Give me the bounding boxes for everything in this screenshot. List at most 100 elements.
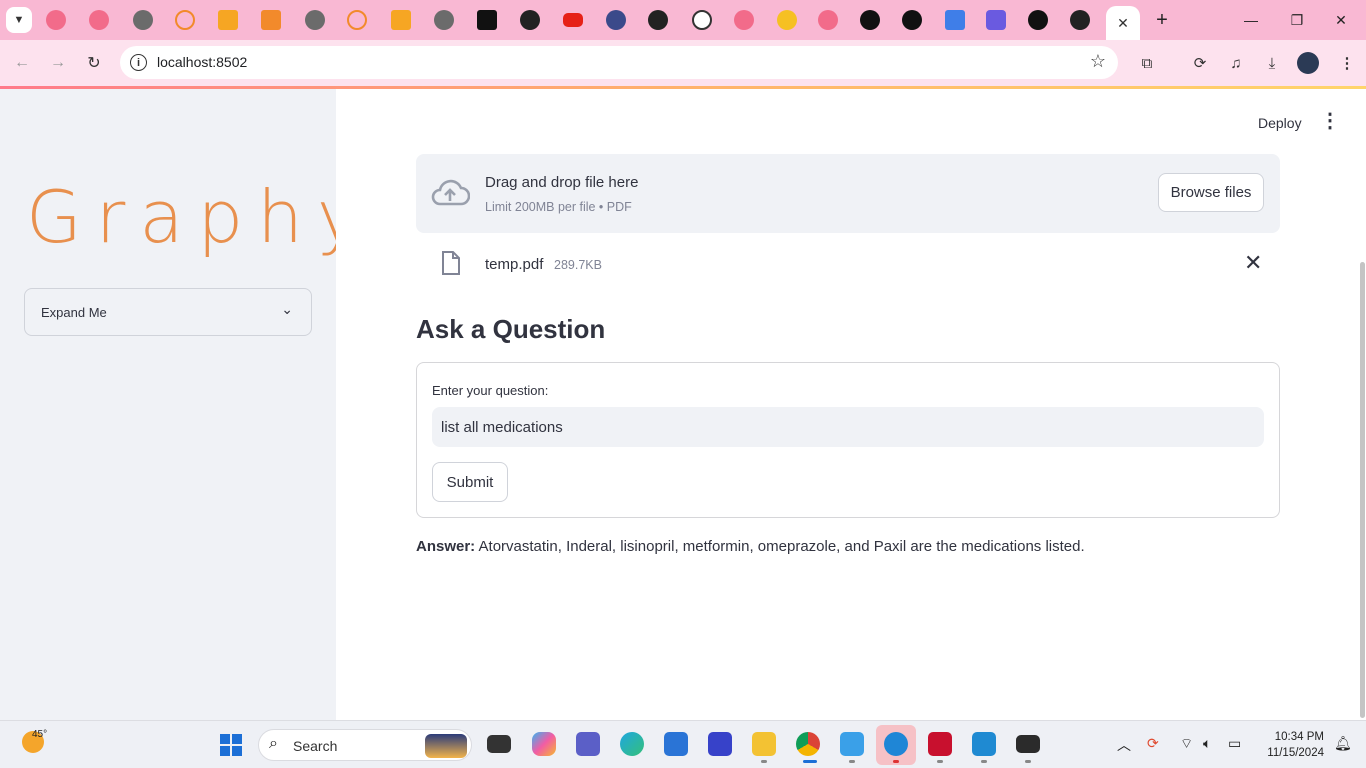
running-indicator — [937, 760, 943, 763]
store-icon[interactable] — [664, 732, 688, 756]
bookmark-star-icon[interactable]: ☆ — [1090, 51, 1106, 72]
file-explorer-icon[interactable] — [752, 732, 776, 756]
running-indicator — [803, 760, 817, 763]
clock-date: 11/15/2024 — [1267, 747, 1324, 759]
tab-favicon[interactable] — [902, 10, 922, 30]
tab-favicon[interactable] — [133, 10, 153, 30]
reload-button[interactable]: ↻ — [81, 50, 107, 76]
answer-prefix: Answer: — [416, 538, 476, 555]
tab-favicon[interactable] — [818, 10, 838, 30]
tab-favicon[interactable] — [218, 10, 238, 30]
notifications-icon[interactable]: 🔔︎ — [1334, 735, 1352, 752]
answer-text: Answer: Atorvastatin, Inderal, lisinopri… — [416, 538, 1085, 555]
tab-favicon[interactable] — [391, 10, 411, 30]
browser-menu-icon[interactable]: ⋮ — [1336, 52, 1358, 74]
profile-avatar[interactable] — [1297, 52, 1319, 74]
google-docs-icon[interactable] — [945, 10, 965, 30]
window-close-button[interactable]: ✕ — [1326, 8, 1356, 32]
tab-favicon[interactable] — [347, 10, 367, 30]
file-dropzone[interactable]: Drag and drop file here Limit 200MB per … — [416, 154, 1280, 233]
weather-temperature: 45° — [32, 729, 48, 740]
running-indicator — [893, 760, 899, 763]
system-clock[interactable]: 10:34 PM 11/15/2024 — [1258, 729, 1324, 761]
github-icon[interactable] — [648, 10, 668, 30]
expander-label: Expand Me — [41, 305, 107, 320]
tab-favicon[interactable] — [46, 10, 66, 30]
github-icon[interactable] — [1070, 10, 1090, 30]
search-highlight-image — [425, 734, 467, 758]
openai-icon[interactable] — [692, 10, 712, 30]
running-indicator — [761, 760, 767, 763]
remove-file-icon[interactable]: ✕ — [1244, 252, 1262, 274]
app-icon[interactable] — [708, 732, 732, 756]
chrome-icon[interactable] — [796, 732, 820, 756]
close-icon[interactable]: ✕ — [1117, 15, 1129, 32]
chevron-up-icon[interactable]: ︿ — [1117, 735, 1131, 755]
chevron-down-icon: ▼ — [13, 14, 25, 26]
start-button[interactable] — [220, 734, 242, 756]
sync-icon[interactable]: ⟳ — [1147, 735, 1159, 752]
new-tab-button[interactable]: + — [1150, 8, 1174, 32]
snipping-tool-icon[interactable] — [884, 732, 908, 756]
browser-tab-strip: ▼ ✕ + — ❐ ✕ — [0, 0, 1366, 40]
github-icon[interactable] — [520, 10, 540, 30]
youtube-icon[interactable] — [563, 13, 583, 27]
main-content: Deploy ⋮ Drag and drop file here Limit 2… — [336, 89, 1366, 720]
taskbar-search[interactable]: ⌕ Search — [258, 729, 472, 761]
submit-button[interactable]: Submit — [432, 462, 508, 502]
running-indicator — [981, 760, 987, 763]
mcafee-icon[interactable] — [928, 732, 952, 756]
back-button[interactable]: ← — [9, 50, 35, 76]
cloud-upload-icon — [431, 179, 470, 206]
page-heading: Ask a Question — [416, 314, 606, 344]
tab-favicon[interactable] — [986, 10, 1006, 30]
browser-toolbar: ← → ↻ i localhost:8502 ☆ ⧉ ⟳ ♫ ⤓ ⋮ — [0, 40, 1366, 86]
tab-favicon[interactable] — [89, 10, 109, 30]
running-indicator — [849, 760, 855, 763]
tab-favicon[interactable] — [305, 10, 325, 30]
uploaded-file-row: temp.pdf 289.7KB ✕ — [416, 244, 1280, 284]
tab-favicon[interactable] — [860, 10, 880, 30]
battery-icon[interactable]: ▭ — [1228, 735, 1241, 752]
tab-search-button[interactable]: ▼ — [6, 7, 32, 33]
minimize-button[interactable]: — — [1236, 8, 1266, 32]
tab-favicon[interactable] — [477, 10, 497, 30]
browse-files-button[interactable]: Browse files — [1158, 173, 1264, 212]
tab-favicon[interactable] — [606, 10, 626, 30]
media-control-icon[interactable]: ♫ — [1225, 52, 1247, 74]
dropzone-limit: Limit 200MB per file • PDF — [485, 200, 632, 214]
wifi-icon[interactable]: ⌔ — [1180, 735, 1193, 753]
forward-button[interactable]: → — [45, 50, 71, 76]
task-view-icon[interactable] — [487, 735, 511, 753]
tab-favicon[interactable] — [434, 10, 454, 30]
extensions-icon[interactable]: ⧉ — [1136, 52, 1158, 74]
app-menu-icon[interactable]: ⋮ — [1320, 111, 1340, 135]
deploy-button[interactable]: Deploy — [1258, 115, 1302, 131]
tab-favicon[interactable] — [175, 10, 195, 30]
copilot-icon[interactable] — [532, 732, 556, 756]
url-text[interactable]: localhost:8502 — [157, 54, 247, 70]
graphy-logo: Graphy — [26, 175, 374, 259]
tab-favicon[interactable] — [777, 10, 797, 30]
vscode-icon[interactable] — [972, 732, 996, 756]
active-tab[interactable]: ✕ — [1106, 6, 1140, 40]
edge-icon[interactable] — [620, 732, 644, 756]
site-info-icon[interactable]: i — [130, 54, 147, 71]
answer-body: Atorvastatin, Inderal, lisinopril, metfo… — [475, 538, 1085, 555]
volume-icon[interactable]: 🔈︎ — [1203, 735, 1211, 752]
tab-favicon[interactable] — [734, 10, 754, 30]
tab-favicon[interactable] — [261, 10, 281, 30]
running-indicator — [1025, 760, 1031, 763]
notepad-icon[interactable] — [840, 732, 864, 756]
sidebar-expander[interactable]: Expand Me ⌄ — [24, 288, 312, 336]
restore-button[interactable]: ❐ — [1282, 8, 1312, 32]
page-scrollbar[interactable] — [1360, 262, 1365, 718]
file-size: 289.7KB — [554, 258, 602, 272]
question-input[interactable] — [432, 407, 1264, 447]
downloads-icon[interactable]: ⤓ — [1261, 52, 1283, 74]
tab-favicon[interactable] — [1028, 10, 1048, 30]
address-bar[interactable]: i localhost:8502 ☆ — [120, 46, 1118, 79]
extension-icon[interactable]: ⟳ — [1189, 52, 1211, 74]
teams-icon[interactable] — [576, 732, 600, 756]
terminal-icon[interactable] — [1016, 735, 1040, 753]
